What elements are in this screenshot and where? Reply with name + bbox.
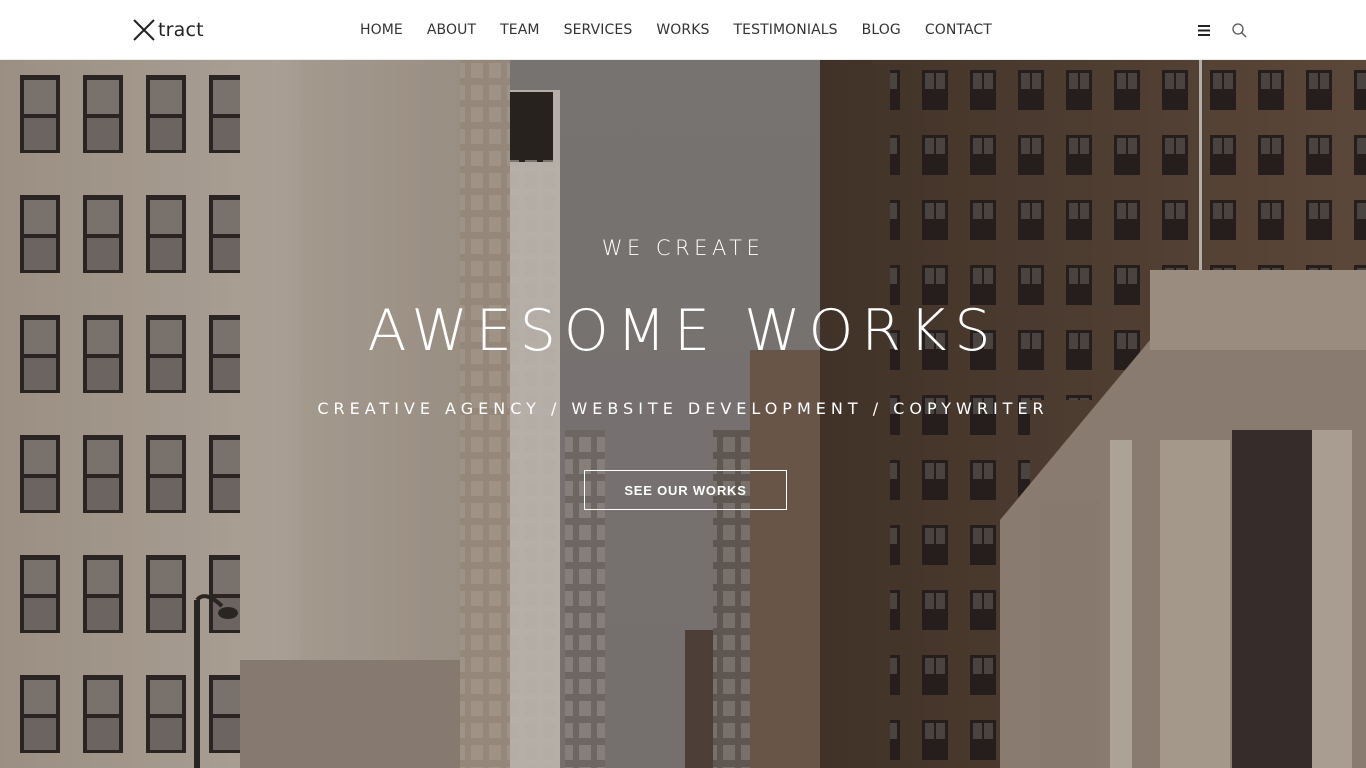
- see-our-works-button[interactable]: SEE OUR WORKS: [584, 470, 787, 510]
- nav-item-testimonials[interactable]: TESTIMONIALS: [734, 22, 838, 38]
- nav-item-about[interactable]: ABOUT: [427, 22, 476, 38]
- hero-subtitle: CREATIVE AGENCY / WEBSITE DEVELOPMENT / …: [317, 399, 1049, 418]
- logo-text: tract: [158, 19, 204, 41]
- navbar: tract HOME ABOUT TEAM SERVICES WORKS TES…: [0, 0, 1366, 60]
- hero-title: AWESOME WORKS: [367, 298, 999, 364]
- hero-content: WE CREATE AWESOME WORKS CREATIVE AGENCY …: [0, 60, 1366, 768]
- logo[interactable]: tract: [131, 17, 204, 43]
- nav-item-blog[interactable]: BLOG: [862, 22, 901, 38]
- main-nav: HOME ABOUT TEAM SERVICES WORKS TESTIMONI…: [360, 0, 992, 60]
- nav-item-works[interactable]: WORKS: [656, 22, 709, 38]
- nav-item-services[interactable]: SERVICES: [564, 22, 633, 38]
- nav-item-contact[interactable]: CONTACT: [925, 22, 992, 38]
- nav-icons: [1197, 20, 1247, 40]
- menu-icon[interactable]: [1197, 23, 1211, 37]
- hero-section: WE CREATE AWESOME WORKS CREATIVE AGENCY …: [0, 60, 1366, 768]
- x-logo-icon: [133, 19, 155, 41]
- search-icon[interactable]: [1231, 22, 1247, 38]
- nav-item-home[interactable]: HOME: [360, 22, 403, 38]
- hero-pre-title: WE CREATE: [601, 236, 765, 260]
- nav-item-team[interactable]: TEAM: [500, 22, 539, 38]
